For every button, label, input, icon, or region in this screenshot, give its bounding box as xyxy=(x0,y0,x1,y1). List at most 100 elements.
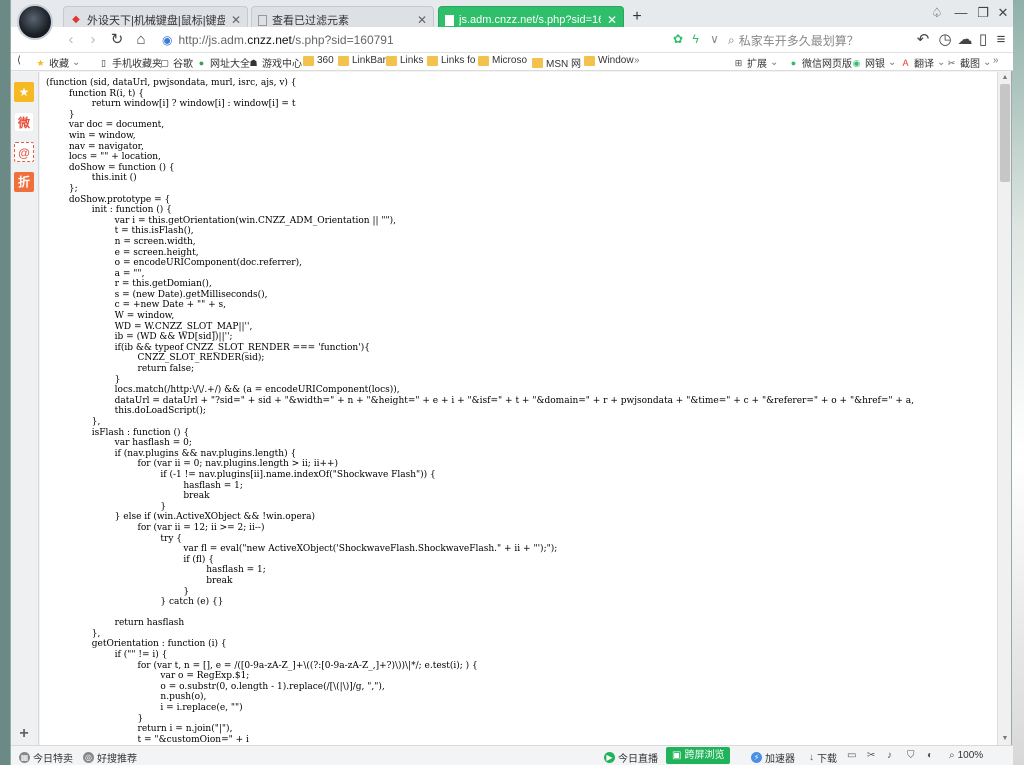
shirt-icon[interactable]: ♤ xyxy=(927,5,947,21)
code-line: locs.match(/http:\/\/.+/) && (a = encode… xyxy=(46,385,400,396)
restore-icon[interactable]: ❐ xyxy=(973,5,993,21)
gamepad-icon: ☗ xyxy=(249,57,258,68)
code-line: for (var t, n = [], e = /([0-9a-zA-Z_]+\… xyxy=(46,660,478,671)
close-icon[interactable]: ✕ xyxy=(231,13,241,27)
zoom-level[interactable]: ⌕ 100% xyxy=(949,750,983,761)
tab-label: js.adm.cnzz.net/s.php?sid=160791 xyxy=(459,14,601,26)
minimize-icon[interactable]: — xyxy=(951,5,971,20)
bookmark-folder-linkbar[interactable]: LinkBar xyxy=(338,55,386,66)
speaker-icon: ♪ xyxy=(887,750,892,761)
close-icon[interactable]: ✕ xyxy=(993,5,1013,21)
code-line: getOrientation : function (i) { xyxy=(46,639,227,650)
folder-icon xyxy=(303,55,314,66)
code-line: if (fl) { xyxy=(46,554,215,565)
star-icon: ★ xyxy=(36,57,45,68)
clock-icon[interactable]: ◷ xyxy=(935,31,955,49)
bookmark-mobile[interactable]: ▯ 手机收藏夹 xyxy=(98,55,162,71)
phone-icon: ▯ xyxy=(101,57,106,68)
bookmark-google[interactable]: ▢ 谷歌 xyxy=(159,55,193,71)
bookmark-folder-msn[interactable]: MSN 网 xyxy=(532,55,581,70)
vertical-scrollbar[interactable]: ▲ ▼ xyxy=(997,72,1011,745)
new-tab-button[interactable]: + xyxy=(628,8,646,26)
scissors-icon: ✂ xyxy=(867,750,876,761)
status-icon-4[interactable]: ⛉ xyxy=(907,750,915,761)
code-line: return false; xyxy=(46,364,195,375)
url-text: http://js.adm.cnzz.net/s.php?sid=160791 xyxy=(178,33,394,47)
browser-window: ◆ 外设天下|机械键盘|鼠标|键盘|罗技|雷蛇 ✕ 查看已过滤元素 ✕ js.a… xyxy=(10,0,1013,765)
code-line: i = i.replace(e, "") xyxy=(46,703,243,714)
cross-screen-button[interactable]: ▣ 跨屏浏览 xyxy=(666,747,731,764)
cloud-icon[interactable]: ☁ xyxy=(955,31,975,49)
scrollbar-thumb[interactable] xyxy=(1000,84,1010,182)
back-button[interactable]: ‹ xyxy=(61,31,81,49)
forward-button[interactable]: › xyxy=(83,31,103,49)
menu-icon[interactable]: ≡ xyxy=(991,31,1011,49)
folder-icon xyxy=(478,55,489,66)
extension-button[interactable]: ⊞ 扩展 ⌄ xyxy=(733,55,779,70)
code-line: } xyxy=(46,109,75,120)
bank-icon: ◉ xyxy=(852,57,861,68)
bookmark-folder-microsoft[interactable]: Microso xyxy=(478,55,527,66)
translate-button[interactable]: A 翻译 ⌄ xyxy=(900,55,945,70)
code-line: var fl = eval("new ActiveXObject('Shockw… xyxy=(46,544,558,555)
security-icon[interactable]: ✿ xyxy=(673,32,683,46)
code-line: t = "&customOion=" + i xyxy=(46,734,249,745)
bookmark-favorites[interactable]: ★ 收藏 ⌄ xyxy=(35,55,80,70)
status-live[interactable]: ▶ 今日直播 xyxy=(604,750,658,765)
mobile-icon[interactable]: ▯ xyxy=(973,31,993,49)
download-icon: ↓ xyxy=(809,752,814,763)
accelerator-icon: ⚡ xyxy=(751,752,762,763)
close-icon[interactable]: ✕ xyxy=(607,13,617,27)
bookmark-folder-360[interactable]: 360 xyxy=(303,55,334,66)
status-icon-5[interactable]: ◐ xyxy=(927,750,933,761)
bookmark-folder-linksfo[interactable]: Links fo xyxy=(427,55,475,66)
code-line: o = encodeURIComponent(doc.referrer), xyxy=(46,258,302,269)
scroll-down-icon[interactable]: ▼ xyxy=(998,733,1012,745)
undo-icon[interactable]: ↶ xyxy=(913,31,933,49)
more-tools-icon[interactable]: » xyxy=(993,55,999,66)
code-line: doShow = function () { xyxy=(46,162,175,173)
refresh-icon[interactable]: ↻ xyxy=(107,31,127,49)
folder-icon xyxy=(584,55,595,66)
bookmark-games[interactable]: ☗ 游戏中心 xyxy=(248,55,302,71)
code-line: } xyxy=(46,374,121,385)
close-icon[interactable]: ✕ xyxy=(417,13,427,27)
code-line: ib = (WD && WD[sid])||''; xyxy=(46,332,233,343)
status-icon-1[interactable]: ▭ xyxy=(847,750,856,761)
page-icon xyxy=(258,14,267,26)
search-icon: ⌕ xyxy=(728,32,735,47)
home-icon[interactable]: ⌂ xyxy=(131,31,151,49)
status-icon-3[interactable]: ♪ xyxy=(887,750,892,761)
lightning-icon[interactable]: ϟ xyxy=(692,32,698,46)
screenshot-button[interactable]: ✂ 截图 ⌄ xyxy=(946,55,992,70)
mail-icon[interactable]: @ xyxy=(14,142,34,162)
user-avatar[interactable] xyxy=(17,4,53,40)
sidebar-toggle-icon[interactable]: ⟨ xyxy=(17,55,21,66)
translate-icon: A xyxy=(902,57,909,68)
code-line: locs = "" + location, xyxy=(46,152,161,163)
status-accelerator[interactable]: ⚡ 加速器 xyxy=(751,750,795,765)
chevron-down-icon[interactable]: ∨ xyxy=(710,32,719,46)
favorites-icon[interactable]: ★ xyxy=(14,82,34,102)
status-icon-2[interactable]: ✂ xyxy=(867,750,875,761)
address-bar[interactable]: ◉ http://js.adm.cnzz.net/s.php?sid=16079… xyxy=(161,30,671,50)
search-box[interactable]: ⌕ 私家车开多久最划算？ xyxy=(728,30,908,50)
status-recommend[interactable]: ◎ 好搜推荐 xyxy=(83,750,137,765)
discount-icon[interactable]: 折 xyxy=(14,172,34,192)
scroll-up-icon[interactable]: ▲ xyxy=(998,72,1012,84)
more-bookmarks-icon[interactable]: » xyxy=(634,55,640,66)
bank-button[interactable]: ◉ 网银 ⌄ xyxy=(851,55,897,70)
code-line: e = screen.height, xyxy=(46,247,199,258)
add-icon[interactable]: + xyxy=(14,724,34,744)
weibo-icon[interactable]: 微 xyxy=(14,112,34,132)
code-line: (function (sid, dataUrl, pwjsondata, mur… xyxy=(46,78,297,88)
status-download[interactable]: ↓ 下载 xyxy=(809,750,837,765)
bookmark-directory[interactable]: ● 网址大全 xyxy=(196,55,250,71)
globe-icon: ◉ xyxy=(162,33,173,47)
desktop-edge xyxy=(1012,0,1024,765)
status-today-sale[interactable]: ▦ 今日特卖 xyxy=(19,750,73,765)
wechat-button[interactable]: ● 微信网页版 xyxy=(788,55,852,71)
bookmark-folder-windows[interactable]: Window xyxy=(584,55,634,66)
bookmark-folder-links[interactable]: Links xyxy=(386,55,423,66)
